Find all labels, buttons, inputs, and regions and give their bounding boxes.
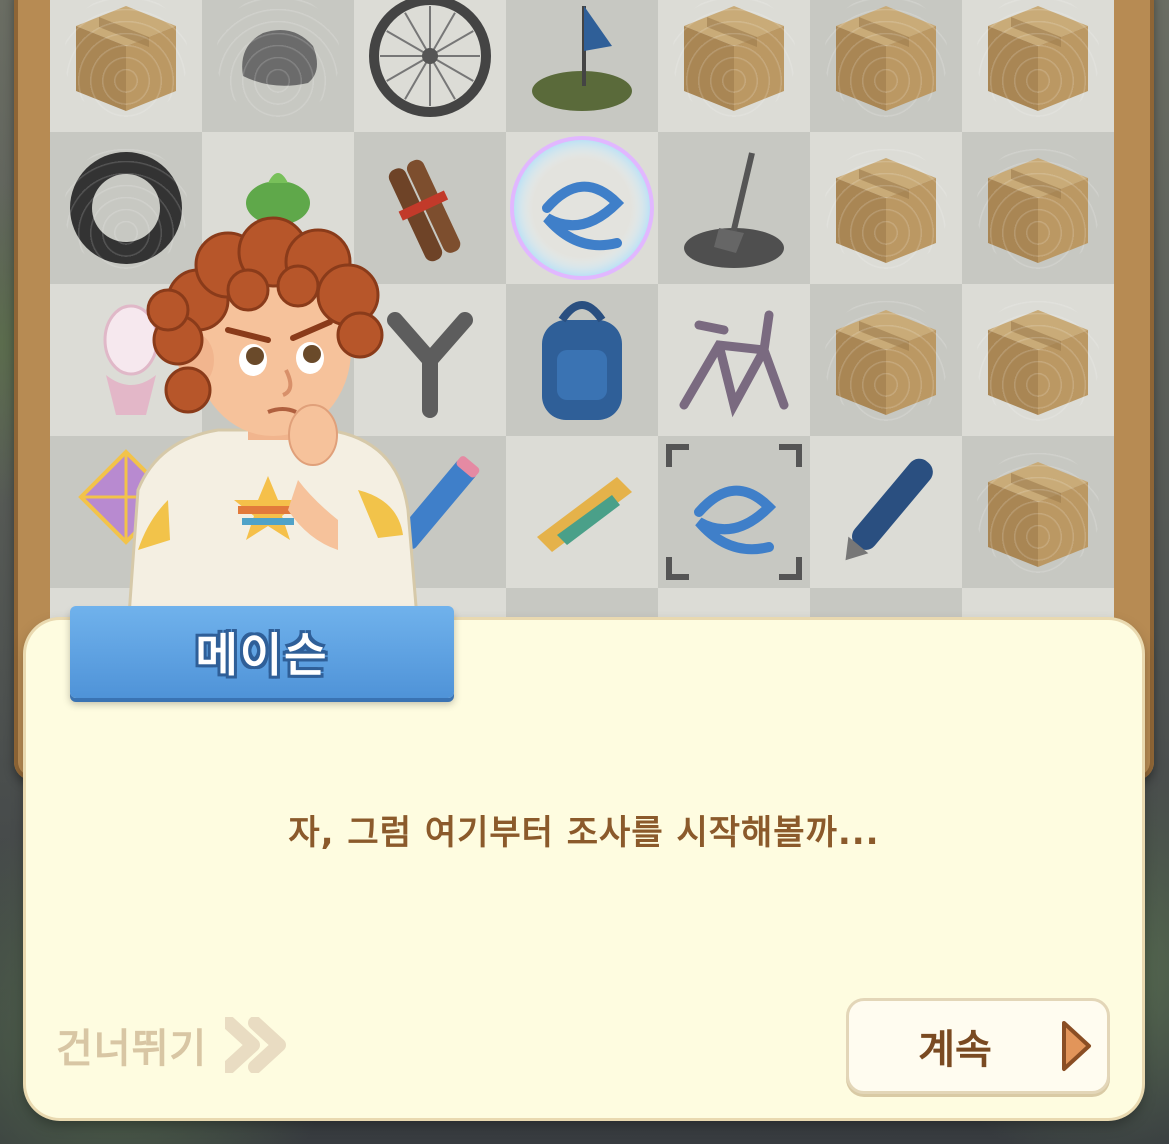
- double-chevron-right-icon: [225, 1017, 287, 1073]
- backpack-icon[interactable]: [506, 284, 658, 436]
- cardboard-box-icon[interactable]: [962, 0, 1114, 132]
- cardboard-box-icon[interactable]: [810, 284, 962, 436]
- cardboard-box-icon[interactable]: [962, 284, 1114, 436]
- board-cell[interactable]: [962, 284, 1114, 436]
- board-cell[interactable]: [962, 132, 1114, 284]
- speaker-name: 메이슨: [195, 628, 329, 682]
- board-cell[interactable]: [810, 0, 962, 132]
- dialog-message: 자, 그럼 여기부터 조사를 시작해볼까...: [288, 813, 880, 853]
- board-cell[interactable]: [962, 0, 1114, 132]
- skip-label: 건너뛰기: [56, 1026, 208, 1072]
- board-cell[interactable]: [658, 132, 810, 284]
- candy-wrapper-icon[interactable]: [506, 436, 658, 588]
- speaker-name-tag: 메이슨: [70, 606, 454, 698]
- shoelace-bubble-icon[interactable]: [506, 132, 658, 284]
- shoelace-target-icon[interactable]: [658, 436, 810, 588]
- board-cell[interactable]: [506, 132, 658, 284]
- board-cell[interactable]: [810, 284, 962, 436]
- board-cell[interactable]: [506, 436, 658, 588]
- board-cell[interactable]: [962, 436, 1114, 588]
- board-cell[interactable]: [658, 0, 810, 132]
- board-cell[interactable]: [506, 0, 658, 132]
- board-cell[interactable]: [202, 0, 354, 132]
- skip-button[interactable]: 건너뛰기: [56, 1010, 289, 1080]
- board-cell[interactable]: [354, 0, 506, 132]
- cardboard-box-icon[interactable]: [962, 132, 1114, 284]
- board-cell[interactable]: [810, 132, 962, 284]
- cardboard-box-icon[interactable]: [50, 0, 202, 132]
- bicycle-frame-icon[interactable]: [658, 284, 810, 436]
- continue-button[interactable]: 계속: [846, 998, 1110, 1094]
- play-arrow-icon: [1062, 1021, 1091, 1071]
- flag-mound-icon[interactable]: [506, 0, 658, 132]
- board-cell[interactable]: [658, 284, 810, 436]
- cardboard-box-icon[interactable]: [962, 436, 1114, 588]
- continue-label: 계속: [918, 1027, 992, 1073]
- bicycle-wheel-icon[interactable]: [354, 0, 506, 132]
- shovel-mound-icon[interactable]: [658, 132, 810, 284]
- board-cell[interactable]: [810, 436, 962, 588]
- rock-icon[interactable]: [202, 0, 354, 132]
- cardboard-box-icon[interactable]: [810, 132, 962, 284]
- board-cell[interactable]: [506, 284, 658, 436]
- pen-icon[interactable]: [810, 436, 962, 588]
- board-cell[interactable]: [50, 0, 202, 132]
- character-mason: [126, 216, 420, 630]
- board-cell[interactable]: [658, 436, 810, 588]
- cardboard-box-icon[interactable]: [810, 0, 962, 132]
- cardboard-box-icon[interactable]: [658, 0, 810, 132]
